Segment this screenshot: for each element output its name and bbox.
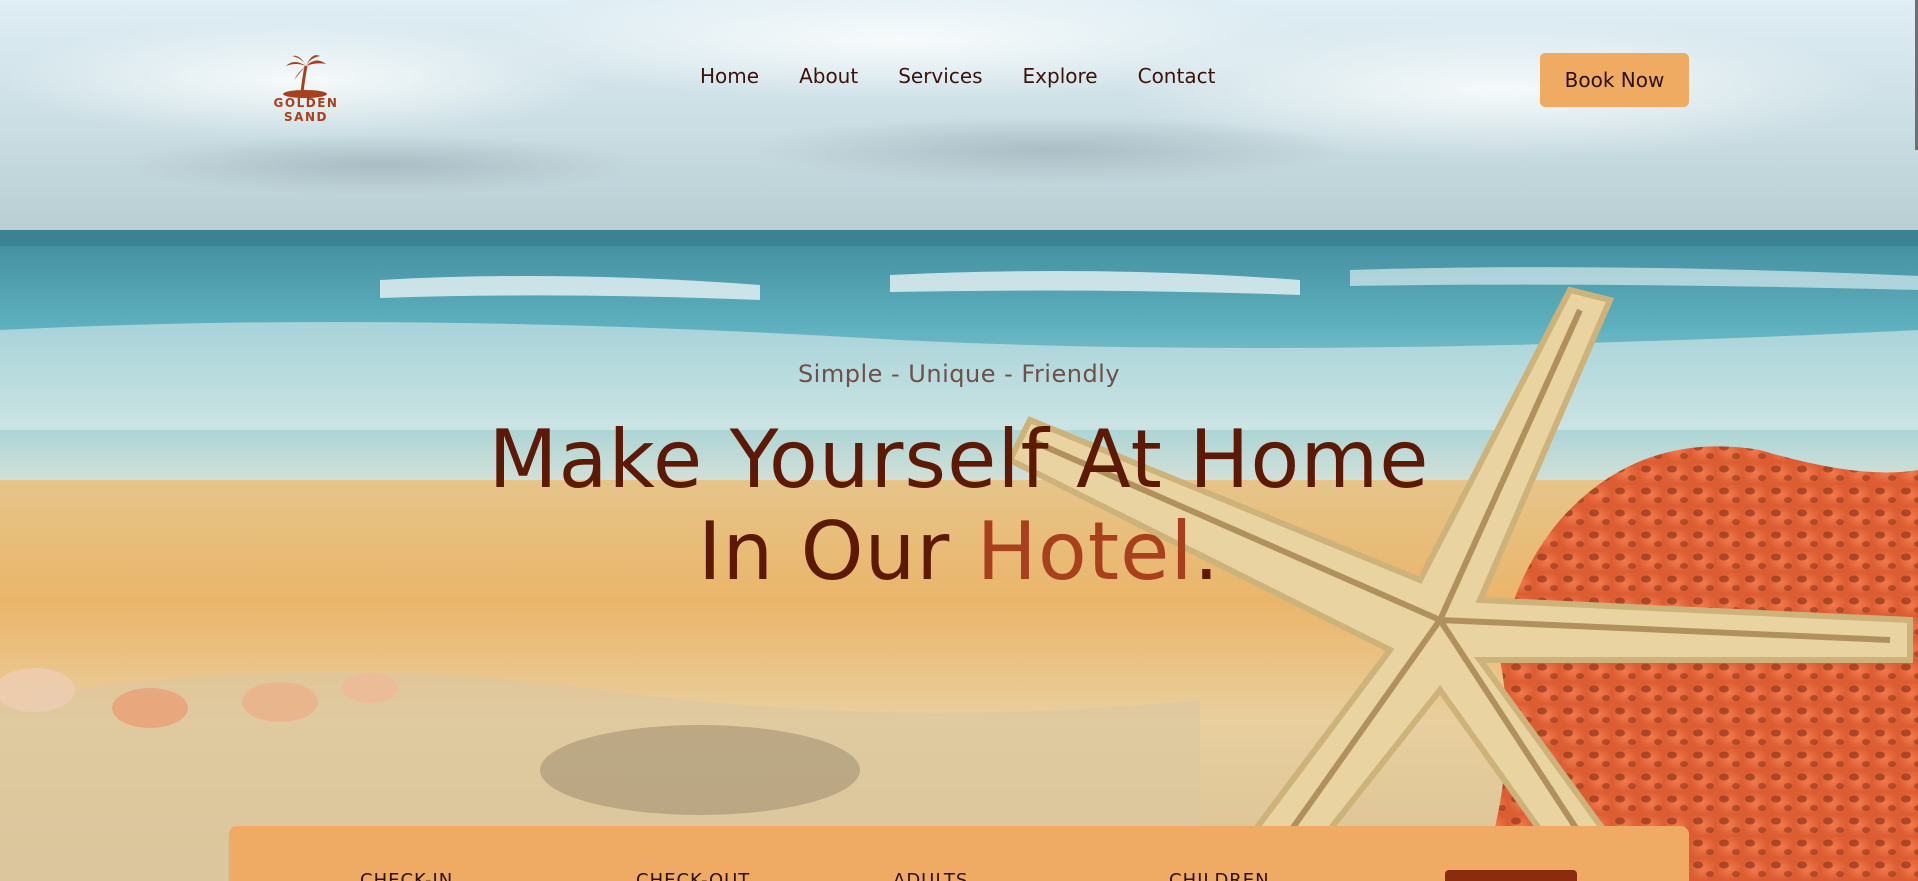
nav-link-contact[interactable]: Contact [1138,64,1216,88]
palm-tree-island-icon [283,55,327,98]
hero-headline: Make Yourself At Home In Our Hotel. [0,414,1918,598]
headline-prefix: In Our [697,505,977,598]
booking-form: CHECK-IN CHECK-OUT ADULTS CHILDREN [229,826,1689,881]
headline-line-2: In Our Hotel. [0,506,1918,598]
headline-accent: Hotel [976,505,1194,598]
check-availability-button[interactable] [1445,870,1577,881]
nav-menu: Home About Services Explore Contact [700,64,1255,88]
nav-link-home[interactable]: Home [700,64,759,88]
check-in-label: CHECK-IN [360,870,454,881]
hero-tagline: Simple - Unique - Friendly [797,360,1121,388]
logo[interactable]: GOLDEN SAND [250,54,362,124]
navbar: GOLDEN SAND Home About Services Explore … [0,0,1918,160]
headline-end: . [1193,505,1221,598]
adults-label: ADULTS [893,870,969,881]
headline-line-1: Make Yourself At Home [488,413,1430,506]
nav-link-explore[interactable]: Explore [1023,64,1098,88]
book-now-button[interactable]: Book Now [1540,53,1689,107]
children-label: CHILDREN [1169,870,1270,881]
brand-name: GOLDEN SAND [273,96,339,124]
check-out-label: CHECK-OUT [636,870,751,881]
nav-link-about[interactable]: About [799,64,858,88]
nav-link-services[interactable]: Services [898,64,982,88]
hero-section: GOLDEN SAND Home About Services Explore … [0,0,1918,881]
hero-content: Simple - Unique - Friendly Make Yourself… [0,360,1918,598]
